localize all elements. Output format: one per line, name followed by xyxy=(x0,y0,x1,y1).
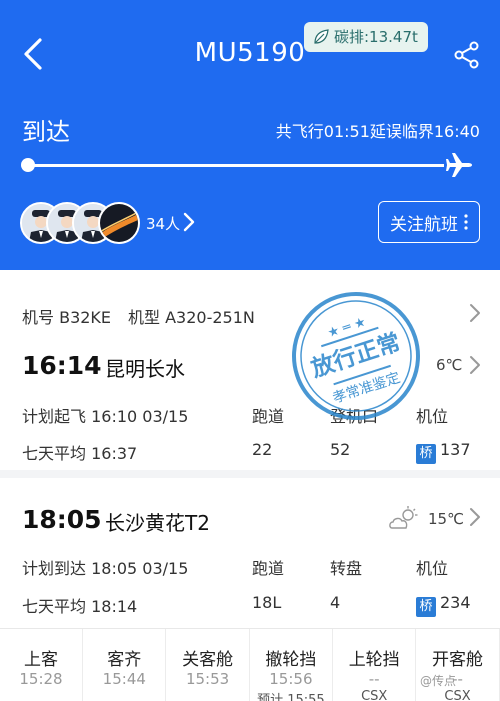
chevron-right-icon[interactable] xyxy=(182,211,196,233)
flight-duration-info: 共飞行01:51延误临界16:40 xyxy=(275,122,480,141)
timeline-step: 关客舱 15:53 xyxy=(167,629,250,701)
timeline-step-time: 15:44 xyxy=(102,670,146,688)
timeline-step-label: 上轮挡 xyxy=(348,650,400,670)
aircraft-model: 机型 A320-251N xyxy=(128,308,255,327)
origin-dot xyxy=(21,158,35,172)
follow-flight-button[interactable]: 关注航班 xyxy=(378,201,480,243)
carbon-value: 碳排:13.47t xyxy=(334,28,418,46)
timeline-step: 撤轮挡 15:56 预计 15:55 xyxy=(250,629,333,701)
timeline-step-label: 客齐 xyxy=(107,650,142,670)
departure-airport[interactable]: 昆明长水 xyxy=(105,353,185,382)
more-vertical-icon xyxy=(464,214,468,230)
arrival-actual-time: 18:05 xyxy=(22,505,102,534)
carousel-label: 转盘 xyxy=(330,559,363,578)
timeline-step-label: 关客舱 xyxy=(182,650,234,670)
stand-label: 机位 xyxy=(416,559,449,578)
timeline-step-time: 15:28 xyxy=(19,670,63,688)
partly-cloudy-icon xyxy=(389,506,418,529)
ground-process-timeline: 上客 15:28 客齐 15:44 关客舱 15:53 撤轮挡 15:56 预计 15:55 上轮… xyxy=(0,628,500,701)
timeline-step-label: 撤轮挡 xyxy=(265,650,317,670)
timeline-step-note: CSX xyxy=(361,689,388,701)
chevron-right-icon[interactable] xyxy=(468,354,482,376)
timeline-step-time: 15:53 xyxy=(185,670,230,688)
carbon-emission-badge[interactable]: 碳排:13.47t xyxy=(304,22,428,52)
sunset-avatar xyxy=(98,202,140,244)
passenger-avatars[interactable] xyxy=(20,202,140,244)
departure-stand-number: 137 xyxy=(440,440,471,459)
departure-gate: 52 xyxy=(330,440,351,459)
flight-status: 到达 xyxy=(22,118,70,146)
leaf-icon xyxy=(314,29,329,44)
follow-flight-label: 关注航班 xyxy=(390,214,458,235)
stamp-sub-text: 孝常准鉴定 xyxy=(331,370,403,407)
departure-scheduled: 计划起飞 16:10 03/15 xyxy=(22,407,189,426)
timeline-step-note: 预计 15:55 xyxy=(257,693,325,701)
aircraft-registration: 机号 B32KE xyxy=(22,308,112,327)
timeline-step-time: -- xyxy=(368,670,380,688)
arrival-carousel: 4 xyxy=(330,593,341,612)
runway-label: 跑道 xyxy=(252,407,285,426)
passenger-count[interactable]: 34人 xyxy=(146,213,180,234)
flight-progress-track xyxy=(28,164,444,167)
timeline-step: 上客 15:28 xyxy=(0,629,83,701)
chevron-right-icon[interactable] xyxy=(468,506,482,528)
arrival-runway: 18L xyxy=(252,593,282,612)
section-divider xyxy=(0,470,500,478)
departure-runway: 22 xyxy=(252,440,273,459)
timeline-step-time: 15:56 xyxy=(269,670,313,688)
chevron-right-icon[interactable] xyxy=(468,302,482,324)
bridge-tag: 桥 xyxy=(416,597,436,617)
timeline-step-label: 上客 xyxy=(24,650,58,670)
timeline-step: 上轮挡 -- CSX xyxy=(333,629,417,701)
departure-temperature: 6℃ xyxy=(436,356,463,374)
departure-seven-day-avg: 七天平均 16:37 xyxy=(22,444,138,463)
timeline-step-label: 开客舱 xyxy=(432,650,483,670)
arrival-stand: 桥 234 xyxy=(416,593,471,617)
flight-header: MU5190 碳排:13.47t 到达 共飞行01:51延误临界16:40 34… xyxy=(0,0,500,270)
arrival-seven-day-avg: 七天平均 18:14 xyxy=(22,597,138,616)
arrival-temperature: 15℃ xyxy=(428,510,464,528)
departure-actual-time: 16:14 xyxy=(22,351,102,380)
runway-label: 跑道 xyxy=(252,559,285,578)
airplane-icon xyxy=(446,153,472,177)
departure-stand: 桥 137 xyxy=(416,440,471,464)
share-icon[interactable] xyxy=(452,40,482,70)
arrival-airport[interactable]: 长沙黄花T2 xyxy=(105,507,210,536)
watermark: @传点 xyxy=(420,674,457,688)
bridge-tag: 桥 xyxy=(416,444,436,464)
timeline-step: 开客舱 -- CSX xyxy=(417,629,500,701)
clearance-stamp: ★ ═ ★ 放行正常 孝常准鉴定 xyxy=(292,292,420,420)
timeline-step: 客齐 15:44 xyxy=(83,629,167,701)
timeline-step-note: CSX xyxy=(444,689,471,701)
arrival-scheduled: 计划到达 18:05 03/15 xyxy=(22,559,189,578)
arrival-stand-number: 234 xyxy=(440,593,471,612)
